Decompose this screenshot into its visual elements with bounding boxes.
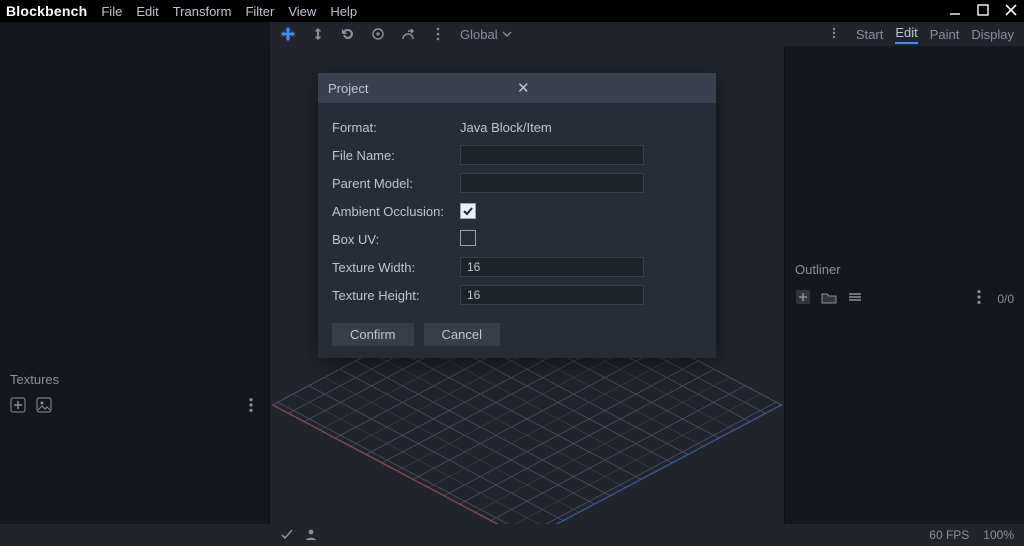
transform-space-dropdown[interactable]: Global — [460, 27, 512, 42]
format-label: Format: — [332, 120, 460, 135]
maximize-icon[interactable] — [976, 3, 990, 20]
menu-view[interactable]: View — [288, 4, 316, 19]
parent-model-input[interactable] — [460, 173, 644, 193]
ambient-occlusion-label: Ambient Occlusion: — [332, 204, 460, 219]
texture-width-input[interactable] — [460, 257, 644, 277]
confirm-button[interactable]: Confirm — [332, 323, 414, 346]
texture-height-label: Texture Height: — [332, 288, 460, 303]
tab-start[interactable]: Start — [856, 27, 883, 42]
tab-display[interactable]: Display — [971, 27, 1014, 42]
texture-width-label: Texture Width: — [332, 260, 460, 275]
toolbar-row: Global Start Edit Paint Display — [0, 22, 1024, 46]
menu-file[interactable]: File — [101, 4, 122, 19]
tab-edit[interactable]: Edit — [895, 25, 917, 44]
dialog-title: Project — [328, 81, 517, 96]
window-controls — [948, 3, 1018, 20]
status-account-icon[interactable] — [304, 527, 318, 544]
right-panel: Outliner 0/0 — [784, 46, 1024, 524]
dialog-titlebar[interactable]: Project ✕ — [318, 73, 716, 103]
status-saved-icon — [280, 527, 294, 544]
project-dialog: Project ✕ Format: Java Block/Item File N… — [318, 73, 716, 358]
file-name-label: File Name: — [332, 148, 460, 163]
outliner-toggle-icon[interactable] — [847, 289, 863, 308]
main-menu: File Edit Transform Filter View Help — [101, 4, 357, 19]
box-uv-label: Box UV: — [332, 232, 460, 247]
vertex-snap-icon[interactable] — [400, 26, 416, 42]
pivot-tool-icon[interactable] — [370, 26, 386, 42]
move-tool-icon[interactable] — [280, 26, 296, 42]
transform-space-label: Global — [460, 27, 498, 42]
status-bar: 60 FPS 100% — [0, 524, 1024, 546]
import-texture-icon[interactable] — [36, 397, 52, 416]
textures-body — [0, 424, 269, 524]
add-texture-icon[interactable] — [10, 397, 26, 416]
textures-tools — [0, 393, 269, 424]
menu-edit[interactable]: Edit — [136, 4, 158, 19]
outliner-header: Outliner — [785, 256, 1024, 283]
textures-header: Textures — [0, 366, 269, 393]
outliner-tools: 0/0 — [785, 283, 1024, 314]
status-metrics: 60 FPS 100% — [929, 528, 1014, 542]
status-icons — [280, 527, 318, 544]
add-group-icon[interactable] — [821, 289, 837, 308]
textures-more-icon[interactable] — [243, 397, 259, 416]
status-fps: 60 FPS — [929, 528, 969, 542]
format-value: Java Block/Item — [460, 120, 702, 135]
add-cube-icon[interactable] — [795, 289, 811, 308]
mode-tabs: Start Edit Paint Display — [828, 25, 1014, 44]
status-zoom: 100% — [983, 528, 1014, 542]
box-uv-checkbox[interactable] — [460, 230, 476, 246]
minimize-icon[interactable] — [948, 3, 962, 20]
rotate-tool-icon[interactable] — [340, 26, 356, 42]
left-panel: Textures — [0, 46, 270, 524]
app-logo: Blockbench — [6, 3, 87, 19]
cancel-button[interactable]: Cancel — [424, 323, 500, 346]
file-name-input[interactable] — [460, 145, 644, 165]
more-vertical-icon[interactable] — [430, 26, 446, 42]
resize-tool-icon[interactable] — [310, 26, 326, 42]
outliner-more-icon[interactable] — [971, 289, 987, 308]
menu-help[interactable]: Help — [330, 4, 357, 19]
mode-more-icon[interactable] — [828, 27, 840, 42]
title-bar: Blockbench File Edit Transform Filter Vi… — [0, 0, 1024, 22]
parent-model-label: Parent Model: — [332, 176, 460, 191]
ambient-occlusion-checkbox[interactable] — [460, 203, 476, 219]
outliner-count: 0/0 — [997, 292, 1014, 306]
menu-filter[interactable]: Filter — [245, 4, 274, 19]
texture-height-input[interactable] — [460, 285, 644, 305]
menu-transform[interactable]: Transform — [173, 4, 232, 19]
toolbar: Global Start Edit Paint Display — [270, 22, 1024, 46]
tab-paint[interactable]: Paint — [930, 27, 960, 42]
dialog-close-icon[interactable]: ✕ — [517, 79, 706, 97]
close-icon[interactable] — [1004, 3, 1018, 20]
